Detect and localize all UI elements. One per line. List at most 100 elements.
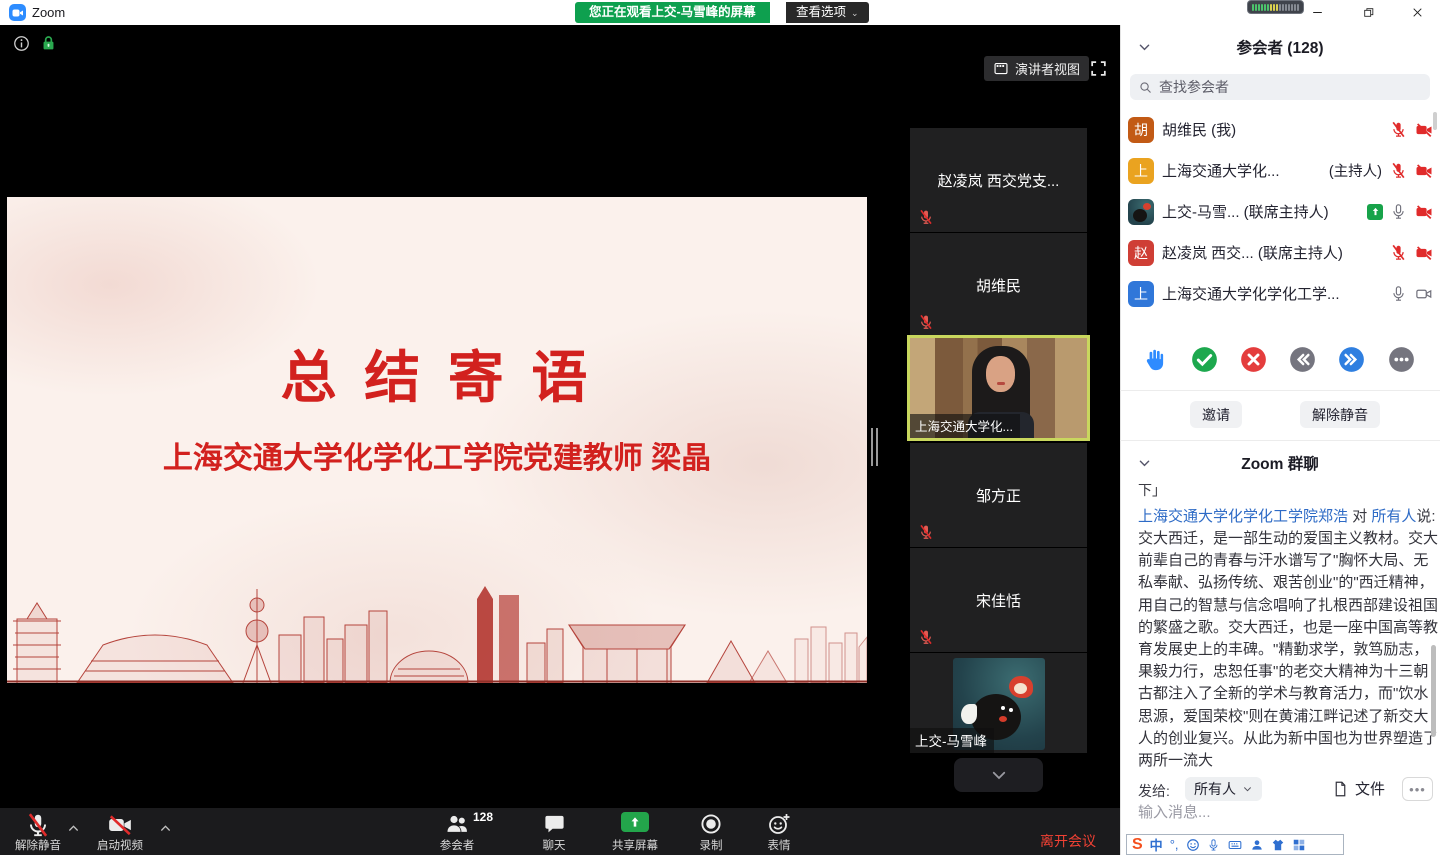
go-faster-icon[interactable]: [1338, 346, 1365, 373]
video-tile[interactable]: 胡维民: [910, 233, 1087, 337]
encryption-lock-icon[interactable]: [40, 34, 57, 52]
ime-profile-icon[interactable]: [1250, 838, 1264, 852]
participant-row[interactable]: 上 上海交通大学化学化工学...: [1128, 273, 1434, 314]
mic-icon[interactable]: [1390, 203, 1407, 220]
speaker-view-button[interactable]: 演讲者视图: [984, 56, 1089, 81]
participant-row[interactable]: 上交-马雪... (联席主持人): [1128, 191, 1434, 232]
more-reactions-icon[interactable]: [1388, 346, 1415, 373]
unmute-all-button[interactable]: 解除静音: [1300, 401, 1380, 428]
video-off-icon[interactable]: [1414, 244, 1434, 262]
video-options-chevron[interactable]: [158, 822, 173, 835]
participant-search[interactable]: [1130, 74, 1430, 100]
close-button[interactable]: [1400, 0, 1434, 24]
video-on-icon[interactable]: [1414, 285, 1434, 303]
muted-mic-icon: [25, 812, 51, 838]
participant-name: 赵凌岚 西交党支...: [910, 128, 1087, 232]
ime-keyboard-icon[interactable]: [1227, 838, 1243, 852]
active-speaker-tile[interactable]: 上海交通大学化...: [907, 335, 1090, 441]
search-input[interactable]: [1159, 79, 1409, 95]
participants-button[interactable]: 128 参会者: [415, 808, 499, 855]
ime-punctuation-toggle[interactable]: °,: [1170, 837, 1179, 852]
muted-mic-icon: [918, 524, 934, 540]
chevron-down-icon: ⌄: [851, 8, 859, 18]
sogou-logo-icon[interactable]: S: [1132, 837, 1143, 853]
video-off-icon[interactable]: [1414, 162, 1434, 180]
meeting-info-icon[interactable]: [13, 35, 30, 52]
muted-mic-icon[interactable]: [1390, 121, 1407, 138]
go-slower-icon[interactable]: [1289, 346, 1316, 373]
file-icon: [1332, 780, 1349, 798]
zoom-logo-icon: [9, 4, 26, 21]
chat-more-button[interactable]: •••: [1402, 777, 1433, 801]
avatar: 上: [1128, 158, 1154, 184]
participants-icon: [444, 812, 470, 836]
participant-name: 上交-马雪峰: [910, 728, 994, 753]
chat-recipient-link[interactable]: 所有人: [1371, 508, 1416, 525]
participants-panel-title: 参会者 (128): [1120, 36, 1440, 58]
chat-bubble-icon: [543, 812, 566, 836]
video-off-icon[interactable]: [1414, 121, 1434, 139]
video-tile[interactable]: 上交-马雪峰: [910, 653, 1087, 753]
chat-message-body: 交大西迁，是一部生动的爱国主义教材。交大前辈自己的青春与汗水谱写了"胸怀大局、无…: [1138, 528, 1438, 772]
participant-actions-row: [1120, 346, 1440, 376]
yes-check-icon[interactable]: [1191, 346, 1218, 373]
thumbnail-scroll-down-button[interactable]: [954, 758, 1043, 792]
app-title: Zoom: [32, 5, 65, 20]
start-video-button[interactable]: 启动视频: [78, 808, 162, 855]
muted-mic-icon: [918, 209, 934, 225]
invite-button[interactable]: 邀请: [1190, 401, 1242, 428]
chat-button[interactable]: 聊天: [512, 808, 596, 855]
participant-row[interactable]: 胡 胡维民 (我): [1128, 109, 1434, 150]
muted-mic-icon[interactable]: [1390, 244, 1407, 261]
no-cross-icon[interactable]: [1240, 346, 1267, 373]
mic-icon[interactable]: [1390, 285, 1407, 302]
video-off-icon[interactable]: [1414, 203, 1434, 221]
presentation-slide: 总 结 寄 语 上海交通大学化学化工学院党建教师 梁晶: [7, 197, 867, 683]
slide-title: 总 结 寄 语: [7, 333, 867, 414]
ime-lang-toggle[interactable]: 中: [1150, 835, 1163, 854]
fullscreen-icon[interactable]: [1089, 59, 1108, 78]
recipient-selector[interactable]: 所有人: [1185, 777, 1262, 801]
viewing-share-banner: 您正在观看上交-马雪峰的屏幕: [575, 2, 770, 23]
view-options-button[interactable]: 查看选项⌄: [786, 2, 869, 23]
participant-row[interactable]: 上 上海交通大学化... (主持人): [1128, 150, 1434, 191]
chat-message-input[interactable]: [1138, 804, 1428, 821]
restore-button[interactable]: [1351, 0, 1385, 24]
chat-panel-title: Zoom 群聊: [1120, 452, 1440, 474]
muted-mic-icon[interactable]: [1390, 162, 1407, 179]
send-to-label: 发给:: [1138, 781, 1170, 801]
avatar: 赵: [1128, 240, 1154, 266]
ime-toolbox-icon[interactable]: [1292, 838, 1306, 852]
video-tile[interactable]: 邹方正: [910, 443, 1087, 547]
muted-mic-icon: [918, 314, 934, 330]
chat-scrollbar[interactable]: [1431, 645, 1436, 737]
leave-meeting-button[interactable]: 离开会议: [1040, 831, 1096, 851]
divider: [1120, 440, 1440, 441]
reactions-button[interactable]: 表情: [737, 808, 821, 855]
participant-name: 胡维民: [910, 233, 1087, 337]
share-screen-icon: [621, 812, 649, 832]
sogou-ime-bar[interactable]: S 中 °,: [1126, 834, 1344, 855]
participant-name: 宋佳恬: [910, 548, 1087, 652]
share-screen-button[interactable]: 共享屏幕: [593, 808, 677, 855]
avatar: 上: [1128, 281, 1154, 307]
video-tile[interactable]: 宋佳恬: [910, 548, 1087, 652]
video-tile[interactable]: 赵凌岚 西交党支...: [910, 128, 1087, 232]
search-icon: [1138, 80, 1153, 95]
ime-skin-icon[interactable]: [1271, 838, 1285, 852]
screen-sharing-icon: [1367, 204, 1383, 220]
ime-emoji-icon[interactable]: [1186, 838, 1200, 852]
participant-name: 邹方正: [910, 443, 1087, 547]
participants-scrollbar[interactable]: [1433, 112, 1437, 130]
muted-mic-icon: [918, 629, 934, 645]
slide-subtitle: 上海交通大学化学化工学院党建教师 梁晶: [7, 433, 867, 477]
file-button[interactable]: 文件: [1332, 778, 1385, 799]
ime-voice-icon[interactable]: [1207, 838, 1220, 852]
stage-resize-handle[interactable]: [871, 428, 879, 466]
chat-sender-link[interactable]: 上海交通大学化学化工学院郑浩: [1138, 508, 1348, 525]
raise-hand-icon[interactable]: [1142, 346, 1168, 374]
minimize-button[interactable]: [1300, 0, 1334, 24]
participant-row[interactable]: 赵 赵凌岚 西交... (联席主持人): [1128, 232, 1434, 273]
participant-name: 上海交通大学化...: [910, 414, 1020, 438]
record-icon: [699, 812, 723, 836]
